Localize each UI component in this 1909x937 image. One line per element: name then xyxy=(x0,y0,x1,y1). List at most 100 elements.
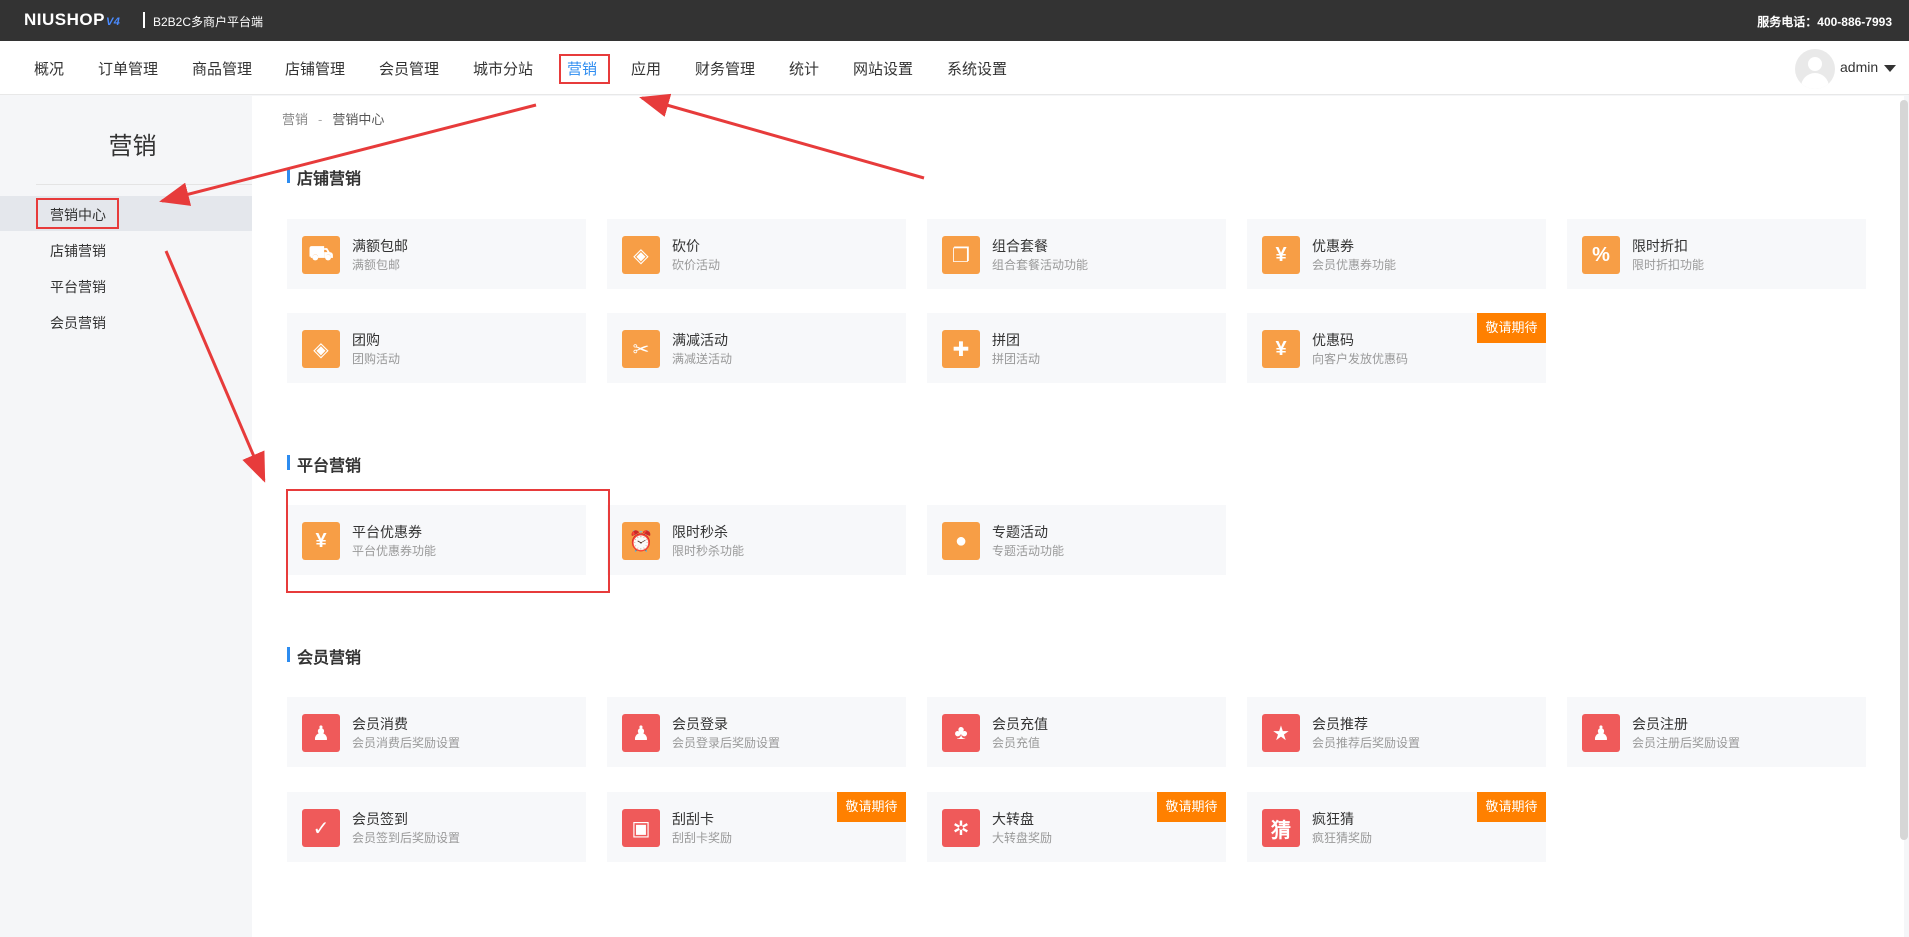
card-title: 限时折扣 xyxy=(1632,238,1688,254)
card-description: 会员消费后奖励设置 xyxy=(352,736,461,750)
bulb-icon: ● xyxy=(942,522,980,560)
card-description: 会员优惠券功能 xyxy=(1312,258,1397,272)
user-login-icon: ♟ xyxy=(622,714,660,752)
coming-soon-badge: 敬请期待 xyxy=(1477,792,1546,822)
marketing-card-platform-1[interactable]: ⏰ 限时秒杀 限时秒杀功能 xyxy=(607,505,906,575)
nav-item-system-settings[interactable]: 系统设置 xyxy=(947,58,1007,79)
avatar-body xyxy=(1801,73,1829,89)
guess-icon: 猜 xyxy=(1262,809,1300,847)
code-coupon-icon: ¥ xyxy=(1262,330,1300,368)
sidebar-item-store-marketing[interactable]: 店铺营销 xyxy=(50,241,106,261)
card-title: 会员推荐 xyxy=(1312,716,1368,732)
sidebar-highlight-box xyxy=(36,198,119,229)
card-description: 拼团活动 xyxy=(992,352,1041,366)
service-hotline: 服务电话：400-886-7993 xyxy=(1757,15,1892,29)
card-description: 组合套餐活动功能 xyxy=(992,258,1089,272)
marketing-card-store-3[interactable]: ¥ 优惠券 会员优惠券功能 xyxy=(1247,219,1546,289)
card-highlight-box xyxy=(286,489,610,593)
nav-item-finance[interactable]: 财务管理 xyxy=(695,58,755,79)
marketing-card-store-2[interactable]: ❐ 组合套餐 组合套餐活动功能 xyxy=(927,219,1226,289)
star-icon: ★ xyxy=(1262,714,1300,752)
coming-soon-badge: 敬请期待 xyxy=(1157,792,1226,822)
sidebar: 营销 营销中心 店铺营销 平台营销 会员营销 xyxy=(0,96,252,937)
coming-soon-badge: 敬请期待 xyxy=(837,792,906,822)
marketing-card-store-4[interactable]: % 限时折扣 限时折扣功能 xyxy=(1567,219,1866,289)
user-add-icon: ♟ xyxy=(1582,714,1620,752)
nav-item-members[interactable]: 会员管理 xyxy=(379,58,439,79)
combo-icon: ❐ xyxy=(942,236,980,274)
marketing-card-member-2[interactable]: ♣ 会员充值 会员充值 xyxy=(927,697,1226,767)
marketing-card-member-3[interactable]: ★ 会员推荐 会员推荐后奖励设置 xyxy=(1247,697,1546,767)
card-title: 限时秒杀 xyxy=(672,524,728,540)
card-description: 会员登录后奖励设置 xyxy=(672,736,781,750)
card-title: 满减活动 xyxy=(672,332,728,348)
nav-item-orders[interactable]: 订单管理 xyxy=(98,58,158,79)
sidebar-divider xyxy=(36,184,252,185)
marketing-card-member-6[interactable]: ▣ 刮刮卡 刮刮卡奖励 敬请期待 xyxy=(607,792,906,862)
card-description: 专题活动功能 xyxy=(992,544,1065,558)
chevron-down-icon[interactable] xyxy=(1884,65,1896,72)
marketing-card-store-6[interactable]: ✂ 满减活动 满减送活动 xyxy=(607,313,906,383)
marketing-card-store-8[interactable]: ¥ 优惠码 向客户发放优惠码 敬请期待 xyxy=(1247,313,1546,383)
nav-item-apps[interactable]: 应用 xyxy=(631,58,661,79)
wheel-icon: ✲ xyxy=(942,809,980,847)
card-description: 团购活动 xyxy=(352,352,401,366)
group-tag-icon: ◈ xyxy=(302,330,340,368)
user-spend-icon: ♟ xyxy=(302,714,340,752)
sidebar-item-member-marketing[interactable]: 会员营销 xyxy=(50,313,106,333)
card-description: 疯狂猜奖励 xyxy=(1312,831,1373,845)
section-title-store: 店铺营销 xyxy=(287,165,361,189)
marketing-card-member-4[interactable]: ♟ 会员注册会员注册后奖励设置 xyxy=(1567,697,1866,767)
tag-icon: ◈ xyxy=(622,236,660,274)
breadcrumb-current: 营销中心 xyxy=(332,112,385,127)
card-title: 刮刮卡 xyxy=(672,811,714,827)
nav-item-overview[interactable]: 概况 xyxy=(34,58,64,79)
recharge-icon: ♣ xyxy=(942,714,980,752)
card-title: 疯狂猜 xyxy=(1312,811,1354,827)
user-name[interactable]: admin xyxy=(1840,59,1878,75)
card-title: 专题活动 xyxy=(992,524,1048,540)
coupon-icon: ¥ xyxy=(1262,236,1300,274)
nav-item-goods[interactable]: 商品管理 xyxy=(192,58,252,79)
puzzle-icon: ✚ xyxy=(942,330,980,368)
nav-item-city-sites[interactable]: 城市分站 xyxy=(473,58,533,79)
breadcrumb: 营销 - 营销中心 xyxy=(282,109,384,128)
card-title: 会员签到 xyxy=(352,811,408,827)
card-description: 会员注册后奖励设置 xyxy=(1632,736,1741,750)
main-nav: 概况 订单管理 商品管理 店铺管理 会员管理 城市分站 营销 应用 财务管理 统… xyxy=(0,41,1909,95)
marketing-card-store-7[interactable]: ✚ 拼团 拼团活动 xyxy=(927,313,1226,383)
scrollbar[interactable] xyxy=(1900,100,1908,840)
logo-text: NIUSHOP xyxy=(24,10,105,29)
avatar-head xyxy=(1808,57,1822,71)
breadcrumb-separator: - xyxy=(318,112,323,127)
nav-item-stats[interactable]: 统计 xyxy=(789,58,819,79)
card-description: 砍价活动 xyxy=(672,258,721,272)
logo-divider xyxy=(143,12,145,28)
breadcrumb-root[interactable]: 营销 xyxy=(282,112,308,127)
section-title-member: 会员营销 xyxy=(287,644,361,668)
truck-icon: ⛟ xyxy=(302,236,340,274)
marketing-card-platform-2[interactable]: ● 专题活动专题活动功能 xyxy=(927,505,1226,575)
calendar-check-icon: ✓ xyxy=(302,809,340,847)
avatar[interactable] xyxy=(1795,49,1835,89)
marketing-card-member-7[interactable]: ✲ 大转盘 大转盘奖励 敬请期待 xyxy=(927,792,1226,862)
top-bar: NIUSHOPV4 B2B2C多商户平台端 服务电话：400-886-7993 xyxy=(0,0,1909,41)
nav-item-website-settings[interactable]: 网站设置 xyxy=(853,58,913,79)
scratch-card-icon: ▣ xyxy=(622,809,660,847)
nav-item-stores[interactable]: 店铺管理 xyxy=(285,58,345,79)
marketing-card-store-0[interactable]: ⛟ 满额包邮 满额包邮 xyxy=(287,219,586,289)
card-title: 会员注册 xyxy=(1632,716,1688,732)
marketing-card-store-5[interactable]: ◈ 团购 团购活动 xyxy=(287,313,586,383)
logo[interactable]: NIUSHOPV4 xyxy=(24,10,120,30)
sidebar-item-platform-marketing[interactable]: 平台营销 xyxy=(50,277,106,297)
marketing-card-member-1[interactable]: ♟ 会员登录 会员登录后奖励设置 xyxy=(607,697,906,767)
logo-version: V4 xyxy=(105,16,121,28)
marketing-card-member-0[interactable]: ♟ 会员消费 会员消费后奖励设置 xyxy=(287,697,586,767)
card-title: 满额包邮 xyxy=(352,238,408,254)
card-description: 向客户发放优惠码 xyxy=(1312,352,1409,366)
section-title-platform: 平台营销 xyxy=(287,452,361,476)
marketing-card-store-1[interactable]: ◈ 砍价 砍价活动 xyxy=(607,219,906,289)
tagline: B2B2C多商户平台端 xyxy=(153,15,264,29)
marketing-card-member-8[interactable]: 猜疯狂猜疯狂猜奖励 敬请期待 xyxy=(1247,792,1546,862)
marketing-card-member-5[interactable]: ✓ 会员签到 会员签到后奖励设置 xyxy=(287,792,586,862)
